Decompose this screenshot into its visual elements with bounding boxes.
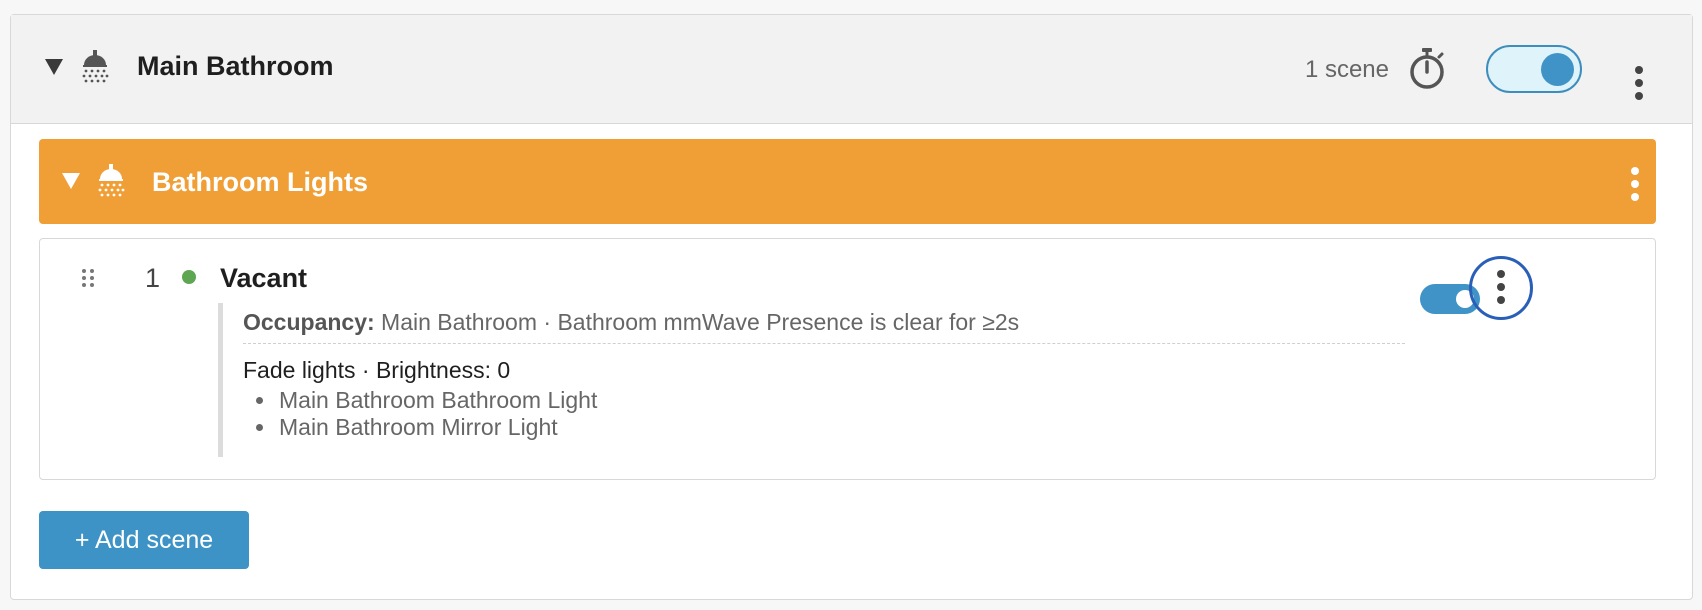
scene-condition: Occupancy: Main Bathroom · Bathroom mmWa…: [243, 307, 1019, 337]
collapse-chevron-icon[interactable]: [45, 59, 63, 75]
scene-action: Fade lights · Brightness: 0: [243, 357, 511, 383]
scene-count: 1 scene: [1304, 56, 1389, 83]
shower-icon: [82, 50, 109, 83]
list-item: Main Bathroom Mirror Light: [277, 414, 597, 441]
add-scene-button[interactable]: + Add scene: [39, 511, 249, 569]
divider: [243, 343, 1405, 344]
scene-more-menu-icon[interactable]: [1497, 270, 1505, 309]
room-header[interactable]: Main Bathroom 1 scene: [11, 15, 1692, 124]
room-enable-toggle[interactable]: [1486, 45, 1582, 93]
condition-label: Occupancy:: [243, 309, 375, 335]
scene-more-menu-button[interactable]: [1469, 256, 1533, 320]
room-title: Main Bathroom: [137, 51, 334, 81]
drag-handle-icon[interactable]: [82, 269, 96, 287]
list-item: Main Bathroom Bathroom Light: [277, 387, 597, 414]
condition-text: Main Bathroom · Bathroom mmWave Presence…: [381, 309, 1020, 335]
status-dot-icon: [182, 270, 196, 284]
group-more-menu-icon[interactable]: [1631, 167, 1639, 206]
timer-icon[interactable]: [1407, 47, 1447, 91]
group-header[interactable]: Bathroom Lights: [39, 139, 1656, 224]
toggle-knob: [1541, 53, 1574, 86]
shower-icon: [98, 164, 125, 197]
group-title: Bathroom Lights: [152, 167, 368, 197]
room-more-menu-icon[interactable]: [1635, 66, 1643, 105]
scene-name[interactable]: Vacant: [220, 262, 307, 294]
target-list: Main Bathroom Bathroom Light Main Bathro…: [277, 387, 597, 441]
scene-details: Occupancy: Main Bathroom · Bathroom mmWa…: [218, 303, 1405, 457]
scene-index: 1: [145, 263, 161, 293]
scene-card: 1 Vacant Occupancy: Main Bathroom · Bath…: [39, 238, 1656, 480]
collapse-chevron-icon[interactable]: [62, 173, 80, 189]
room-card: Main Bathroom 1 scene Bathroom Lights 1 …: [10, 14, 1693, 600]
